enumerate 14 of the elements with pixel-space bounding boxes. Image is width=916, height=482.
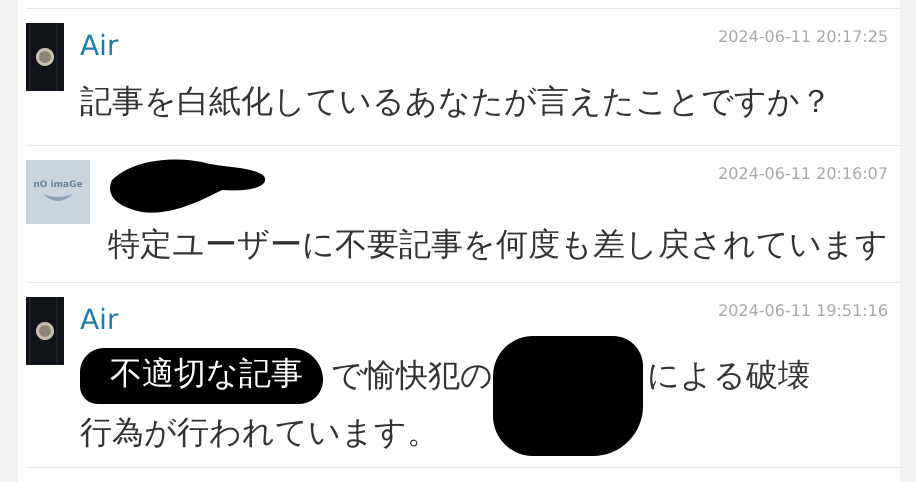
comment-text: 記事を白紙化しているあなたが言えたことですか？ [80, 80, 832, 122]
comment-text: で愉快犯の [331, 354, 493, 396]
comment-timestamp: 2024-06-11 20:17:25 [718, 27, 888, 46]
comment-text: による破壊 [647, 354, 810, 396]
comment-timestamp: 2024-06-11 19:51:16 [718, 301, 888, 320]
avatar-photo [26, 297, 64, 365]
avatar-photo [26, 23, 64, 91]
comment-text: 行為が行われています。 [80, 412, 439, 452]
comment-timestamp: 2024-06-11 20:16:07 [718, 164, 888, 183]
author-name[interactable]: Air [80, 29, 118, 62]
handwritten-label: 不適切な記事 [80, 348, 323, 404]
comment-text: 特定ユーザーに不要記事を何度も差し戻されています [108, 224, 888, 264]
author-name[interactable]: Air [80, 303, 118, 336]
no-image-avatar: nO imaGe [26, 160, 90, 224]
